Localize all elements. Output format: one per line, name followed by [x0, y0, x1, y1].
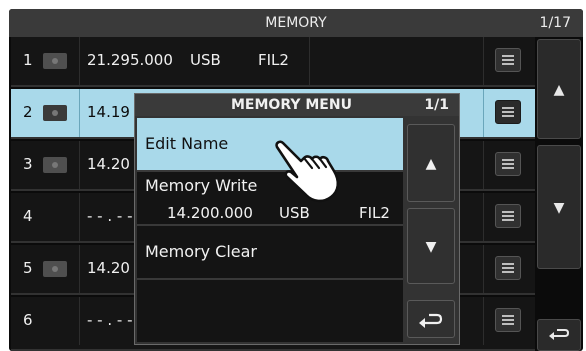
- column-divider: [79, 245, 80, 293]
- dialog-title-bar: MEMORY MENU 1/1: [135, 94, 459, 116]
- back-button[interactable]: [537, 319, 581, 351]
- title-bar: MEMORY 1/17: [9, 9, 583, 37]
- column-divider: [79, 141, 80, 189]
- screen-title: MEMORY: [265, 15, 327, 31]
- column-divider: [483, 37, 484, 85]
- down-triangle-icon: ▼: [553, 200, 565, 216]
- memory-frequency: 14.20: [87, 259, 130, 277]
- menu-item-edit-name[interactable]: Edit Name: [137, 118, 403, 172]
- dialog-page-indicator: 1/1: [424, 97, 449, 113]
- column-divider: [79, 37, 80, 85]
- channel-number: 4: [23, 207, 33, 225]
- memory-frequency: 21.295.000: [87, 51, 173, 69]
- channel-number: 5: [23, 259, 33, 277]
- menu-list: Edit Name Memory Write 14.200.000 USB FI…: [137, 118, 403, 342]
- menu-icon[interactable]: [495, 256, 521, 280]
- menu-item-memory-clear[interactable]: Memory Clear: [137, 226, 403, 280]
- memory-tag-icon: [43, 105, 67, 121]
- column-divider: [483, 193, 484, 241]
- up-triangle-icon: ▲: [553, 82, 565, 98]
- column-divider: [79, 193, 80, 241]
- column-divider: [309, 37, 310, 85]
- page-indicator: 1/17: [539, 15, 571, 31]
- menu-icon[interactable]: [495, 204, 521, 228]
- menu-item-label: Memory Clear: [145, 242, 257, 261]
- column-divider: [483, 245, 484, 293]
- down-triangle-icon: ▼: [425, 239, 437, 255]
- write-mode: USB: [279, 204, 310, 222]
- memory-frequency: - - . - -: [87, 207, 133, 225]
- column-divider: [79, 297, 80, 345]
- memory-mode: USB: [190, 51, 221, 69]
- menu-item-memory-write[interactable]: Memory Write 14.200.000 USB FIL2: [137, 172, 403, 226]
- memory-tag-icon: [43, 53, 67, 69]
- memory-frequency: 14.20: [87, 155, 130, 173]
- menu-item-label: Edit Name: [145, 134, 229, 153]
- channel-number: 3: [23, 155, 33, 173]
- menu-item-label: Memory Write: [145, 176, 258, 195]
- menu-icon[interactable]: [495, 308, 521, 332]
- page-down-button[interactable]: ▼: [537, 145, 581, 269]
- dialog-scroll-down-button[interactable]: ▼: [407, 208, 455, 284]
- memory-row-1[interactable]: 1 21.295.000 USB FIL2: [11, 37, 535, 87]
- channel-number: 1: [23, 51, 33, 69]
- return-arrow-icon: [419, 313, 443, 328]
- column-divider: [483, 89, 484, 137]
- menu-icon[interactable]: [495, 152, 521, 176]
- memory-frequency: 14.19: [87, 103, 130, 121]
- memory-menu-dialog: MEMORY MENU 1/1 Edit Name Memory Write 1…: [134, 93, 460, 345]
- menu-icon[interactable]: [495, 48, 521, 72]
- memory-frequency: - - . - -: [87, 311, 133, 329]
- dialog-title: MEMORY MENU: [231, 97, 352, 113]
- channel-number: 2: [23, 103, 33, 121]
- menu-item-empty: [137, 280, 403, 342]
- memory-filter: FIL2: [258, 51, 289, 69]
- column-divider: [483, 297, 484, 345]
- hand-pointer-icon: [275, 140, 340, 203]
- memory-tag-icon: [43, 261, 67, 277]
- up-triangle-icon: ▲: [425, 156, 437, 172]
- return-arrow-icon: [549, 329, 570, 340]
- page-up-button[interactable]: ▲: [537, 39, 581, 139]
- write-frequency: 14.200.000: [167, 204, 253, 222]
- column-divider: [483, 141, 484, 189]
- channel-number: 6: [23, 311, 33, 329]
- dialog-back-button[interactable]: [407, 300, 455, 338]
- column-divider: [79, 89, 80, 137]
- menu-icon[interactable]: [495, 100, 521, 124]
- memory-tag-icon: [43, 157, 67, 173]
- write-filter: FIL2: [359, 204, 390, 222]
- memory-screen: MEMORY 1/17 1 21.295.000 USB FIL2 2 14.1…: [9, 9, 583, 351]
- dialog-scroll-up-button[interactable]: ▲: [407, 124, 455, 202]
